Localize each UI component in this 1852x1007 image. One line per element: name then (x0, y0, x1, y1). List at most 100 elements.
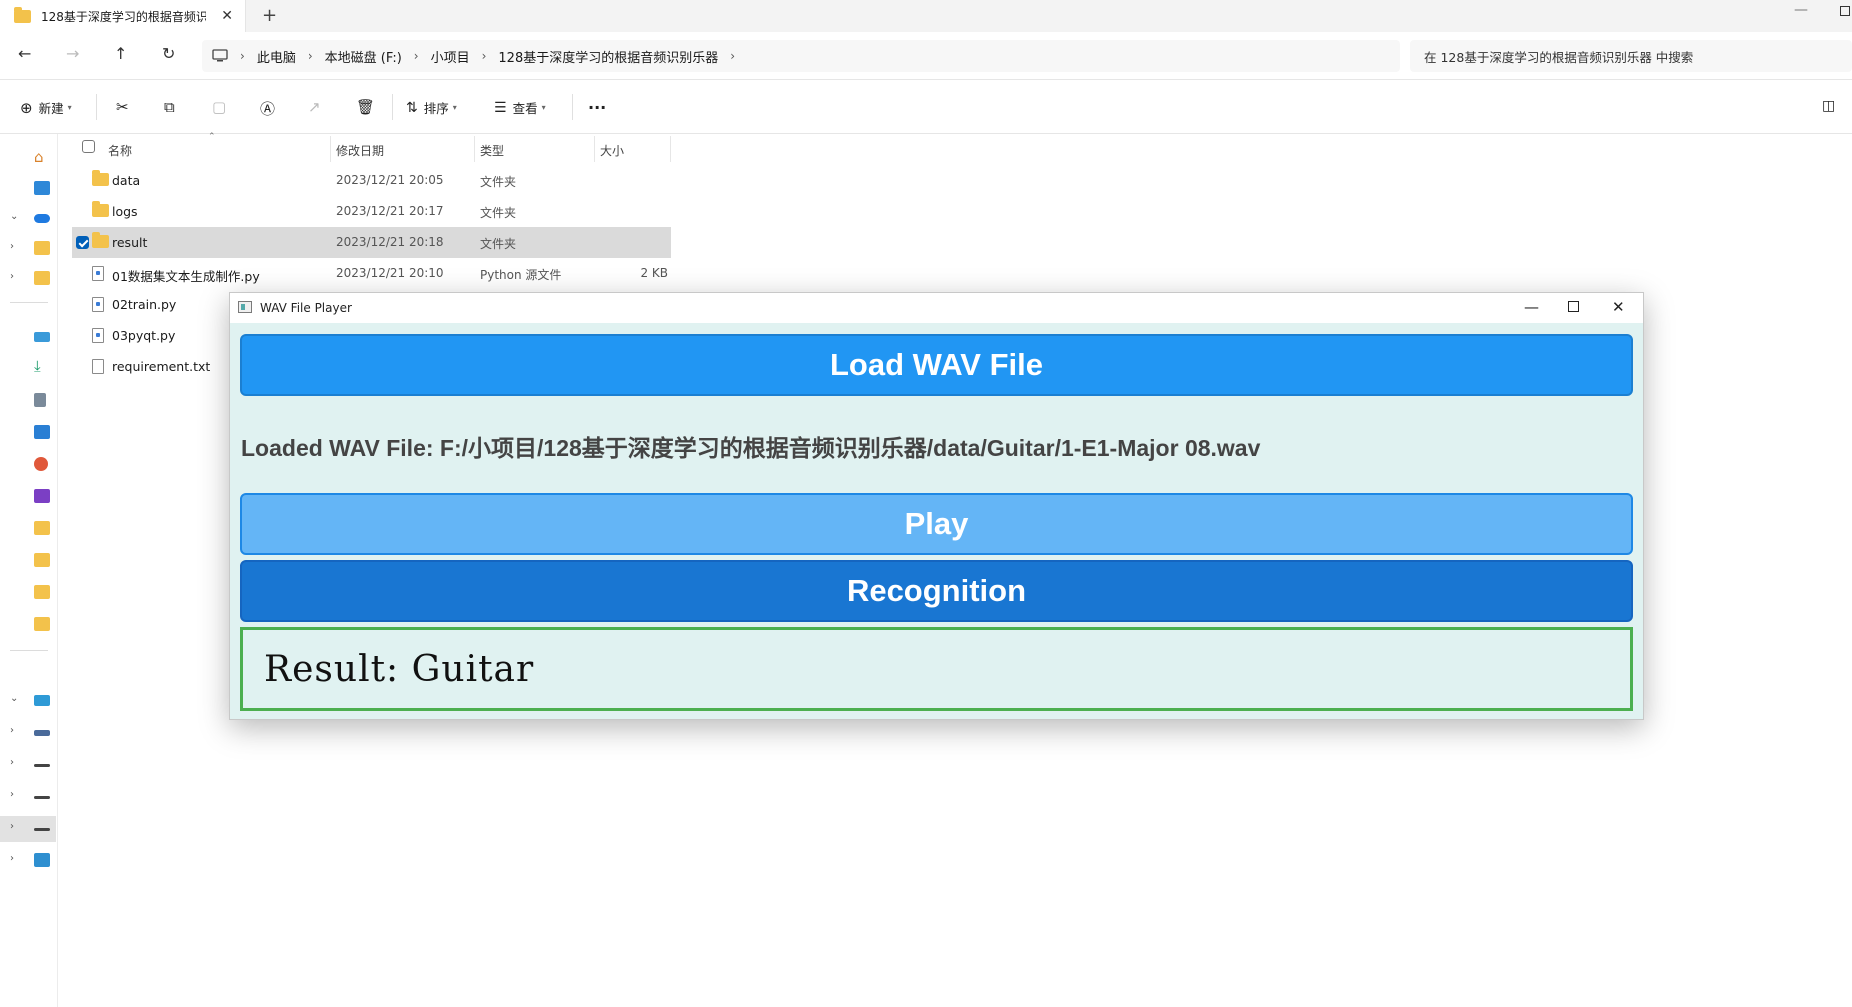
chevron-right-icon: › (10, 757, 14, 768)
scissors-icon: ✂ (116, 98, 129, 116)
nav-item-drive[interactable]: › (0, 720, 56, 746)
chevron-down-icon: ▾ (67, 103, 72, 112)
rename-icon: Ⓐ (260, 100, 276, 118)
nav-item-folder[interactable]: › (0, 266, 56, 292)
copy-button[interactable]: ⧉ (164, 98, 175, 116)
drive-icon (34, 764, 50, 767)
minimize-icon[interactable]: — (1524, 298, 1539, 316)
breadcrumb[interactable]: › 此电脑 › 本地磁盘 (F:) › 小项目 › 128基于深度学习的根据音频… (202, 40, 1400, 72)
search-input[interactable]: 在 128基于深度学习的根据音频识别乐器 中搜索 (1410, 40, 1852, 72)
picture-icon (34, 425, 50, 439)
breadcrumb-item-folder[interactable]: 128基于深度学习的根据音频识别乐器 (498, 47, 718, 66)
column-size[interactable]: 大小 (600, 142, 624, 159)
up-icon[interactable]: ↑ (114, 44, 127, 63)
nav-item-desktop[interactable] (0, 324, 56, 350)
folder-icon (34, 271, 50, 285)
wav-player-window: WAV File Player — ✕ Load WAV File Loaded… (229, 292, 1644, 720)
nav-item-network[interactable]: › (0, 848, 56, 874)
column-type[interactable]: 类型 (480, 142, 504, 159)
folder-icon (92, 170, 109, 189)
new-label: 新建 (38, 101, 64, 116)
folder-icon (34, 553, 50, 567)
close-tab-icon[interactable]: ✕ (221, 8, 233, 24)
folder-icon (34, 241, 50, 255)
sort-icon: ⇅ (406, 99, 418, 116)
chevron-right-icon: › (10, 789, 14, 800)
more-options-icon[interactable]: ··· (588, 98, 606, 117)
breadcrumb-item-drive[interactable]: 本地磁盘 (F:) (325, 47, 402, 66)
breadcrumb-item-this-pc[interactable]: 此电脑 (257, 47, 296, 66)
refresh-icon[interactable]: ↻ (162, 44, 175, 63)
share-icon: ↗ (308, 98, 321, 116)
view-button[interactable]: ☰ 查看 ▾ (494, 98, 546, 117)
nav-item-folder[interactable] (0, 516, 56, 542)
file-row-dataset-script[interactable]: 01数据集文本生成制作.py 2023/12/21 20:10 Python 源… (72, 258, 672, 289)
nav-item-music[interactable] (0, 452, 56, 478)
maximize-icon[interactable] (1568, 301, 1579, 312)
nav-item-folder[interactable] (0, 580, 56, 606)
view-icon: ☰ (494, 99, 507, 116)
paste-button[interactable]: ▢ (212, 98, 226, 116)
result-text: Result: Guitar (264, 648, 535, 690)
load-wav-button[interactable]: Load WAV File (240, 334, 1633, 396)
title-bar: 128基于深度学习的根据音频识别 ✕ + — (0, 0, 1852, 32)
nav-item-downloads[interactable]: ⤓ (0, 356, 56, 382)
gallery-icon (34, 181, 50, 195)
nav-item-videos[interactable] (0, 484, 56, 510)
chevron-down-icon: ⌄ (10, 211, 19, 222)
add-icon: ⊕ (20, 98, 33, 117)
loaded-file-label: Loaded WAV File: F:/小项目/128基于深度学习的根据音频识别… (241, 435, 1261, 461)
nav-item-folder[interactable]: › (0, 236, 56, 262)
folder-icon (34, 617, 50, 631)
cloud-icon (34, 214, 50, 223)
restore-icon[interactable] (1840, 6, 1850, 16)
row-checkbox[interactable] (76, 236, 89, 249)
cut-button[interactable]: ✂ (116, 98, 129, 116)
delete-button[interactable]: 🗑 (356, 98, 375, 116)
new-button[interactable]: ⊕ 新建 ▾ (20, 98, 72, 117)
forward-icon[interactable]: → (66, 44, 79, 63)
nav-item-folder[interactable] (0, 612, 56, 638)
nav-item-pictures[interactable] (0, 420, 56, 446)
file-row-data[interactable]: data 2023/12/21 20:05 文件夹 (72, 165, 672, 196)
music-icon (34, 457, 48, 471)
python-file-icon (92, 297, 104, 315)
folder-icon (14, 6, 31, 23)
folder-icon (34, 521, 50, 535)
folder-icon (34, 585, 50, 599)
minimize-icon[interactable]: — (1794, 2, 1808, 18)
nav-item-gallery[interactable] (0, 176, 56, 202)
back-icon[interactable]: ← (18, 44, 31, 63)
nav-item-folder[interactable] (0, 548, 56, 574)
explorer-tab[interactable]: 128基于深度学习的根据音频识别 ✕ (0, 0, 246, 32)
copy-icon: ⧉ (164, 98, 175, 116)
column-date[interactable]: 修改日期 (336, 142, 384, 159)
text-file-icon (92, 359, 104, 377)
nav-item-documents[interactable] (0, 388, 56, 414)
nav-item-drive-selected[interactable]: › (0, 816, 56, 842)
player-title-bar[interactable]: WAV File Player — ✕ (230, 293, 1643, 323)
close-icon[interactable]: ✕ (1612, 298, 1625, 316)
breadcrumb-item-project[interactable]: 小项目 (431, 47, 470, 66)
nav-item-drive[interactable]: › (0, 752, 56, 778)
new-tab-button[interactable]: + (262, 5, 277, 26)
nav-item-home[interactable]: ⌂ (0, 146, 56, 172)
column-name[interactable]: 名称 (108, 142, 132, 159)
share-button[interactable]: ↗ (308, 98, 321, 116)
select-all-checkbox[interactable] (82, 140, 95, 153)
file-row-logs[interactable]: logs 2023/12/21 20:17 文件夹 (72, 196, 672, 227)
computer-icon (212, 49, 228, 62)
view-label: 查看 (512, 101, 538, 116)
nav-item-drive[interactable]: › (0, 784, 56, 810)
play-button[interactable]: Play (240, 493, 1633, 555)
nav-item-this-pc[interactable]: ⌄ (0, 688, 56, 714)
recognition-button[interactable]: Recognition (240, 560, 1633, 622)
file-row-result[interactable]: result 2023/12/21 20:18 文件夹 (72, 227, 671, 258)
rename-button[interactable]: Ⓐ (260, 98, 275, 119)
chevron-down-icon: ▾ (541, 103, 546, 112)
details-pane-button[interactable]: ◫ (1822, 98, 1835, 114)
result-display: Result: Guitar (240, 627, 1633, 711)
chevron-down-icon: ▾ (452, 103, 457, 112)
nav-item-onedrive[interactable]: ⌄ (0, 206, 56, 232)
sort-button[interactable]: ⇅ 排序 ▾ (406, 98, 457, 117)
